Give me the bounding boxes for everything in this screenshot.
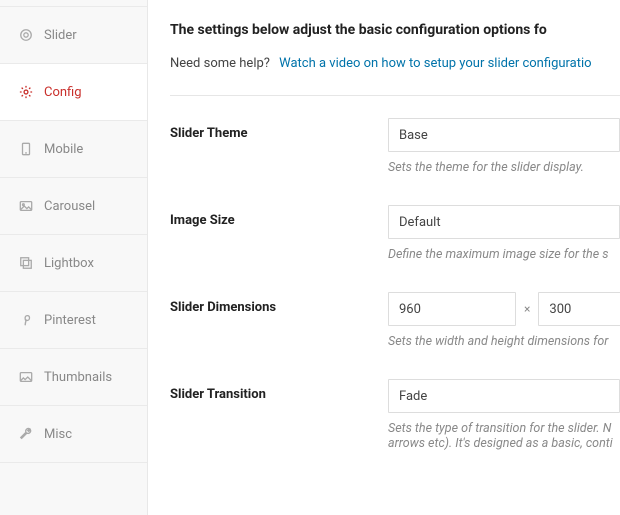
- form-row-dimensions: Slider Dimensions × Sets the width and h…: [170, 292, 620, 349]
- sidebar-item-label: Lightbox: [44, 256, 94, 271]
- sidebar-item-label: Pinterest: [44, 313, 96, 328]
- dimensions-separator: ×: [524, 302, 530, 316]
- label-transition: Slider Transition: [170, 379, 388, 402]
- page-heading: The settings below adjust the basic conf…: [170, 22, 620, 38]
- transition-select[interactable]: [388, 379, 620, 413]
- pinterest-icon: [18, 312, 34, 328]
- help-dimensions: Sets the width and height dimensions for: [388, 334, 620, 349]
- sidebar-item-label: Mobile: [44, 142, 83, 157]
- gear-icon: [18, 84, 34, 100]
- help-image-size: Define the maximum image size for the s: [388, 247, 620, 262]
- label-image-size: Image Size: [170, 205, 388, 228]
- sidebar-item-mobile[interactable]: Mobile: [0, 121, 147, 178]
- divider: [170, 95, 620, 96]
- sidebar-item-misc[interactable]: Misc: [0, 406, 147, 463]
- help-slider-theme: Sets the theme for the slider display.: [388, 160, 620, 175]
- sidebar-item-label: Config: [44, 85, 82, 100]
- slider-theme-select[interactable]: [388, 118, 620, 152]
- circle-icon: [18, 27, 34, 43]
- sidebar-item-label: Thumbnails: [44, 370, 112, 385]
- layers-icon: [18, 255, 34, 271]
- width-input[interactable]: [388, 292, 516, 326]
- sidebar-item-config[interactable]: Config: [0, 64, 147, 121]
- height-input[interactable]: [538, 292, 620, 326]
- sidebar-item-lightbox[interactable]: Lightbox: [0, 235, 147, 292]
- label-slider-theme: Slider Theme: [170, 118, 388, 141]
- form-row-image-size: Image Size Define the maximum image size…: [170, 205, 620, 262]
- sidebar-item-carousel[interactable]: Carousel: [0, 178, 147, 235]
- sidebar-item-slider[interactable]: Slider: [0, 6, 147, 64]
- wrench-icon: [18, 426, 34, 442]
- sidebar-item-thumbnails[interactable]: Thumbnails: [0, 349, 147, 406]
- image-size-select[interactable]: [388, 205, 620, 239]
- label-dimensions: Slider Dimensions: [170, 292, 388, 315]
- help-row: Need some help? Watch a video on how to …: [170, 56, 620, 71]
- image-icon: [18, 198, 34, 214]
- sidebar-item-pinterest[interactable]: Pinterest: [0, 292, 147, 349]
- help-text: Need some help?: [170, 56, 270, 71]
- form-row-theme: Slider Theme Sets the theme for the slid…: [170, 118, 620, 175]
- thumbnails-icon: [18, 369, 34, 385]
- sidebar: Slider Config Mobile Carousel Lightbox P…: [0, 0, 148, 515]
- form-row-transition: Slider Transition Sets the type of trans…: [170, 379, 620, 451]
- sidebar-item-label: Carousel: [44, 199, 95, 214]
- help-transition: Sets the type of transition for the slid…: [388, 421, 620, 451]
- mobile-icon: [18, 141, 34, 157]
- help-video-link[interactable]: Watch a video on how to setup your slide…: [279, 56, 591, 71]
- sidebar-item-label: Misc: [44, 427, 72, 442]
- main-panel: The settings below adjust the basic conf…: [148, 0, 620, 515]
- sidebar-item-label: Slider: [44, 28, 77, 43]
